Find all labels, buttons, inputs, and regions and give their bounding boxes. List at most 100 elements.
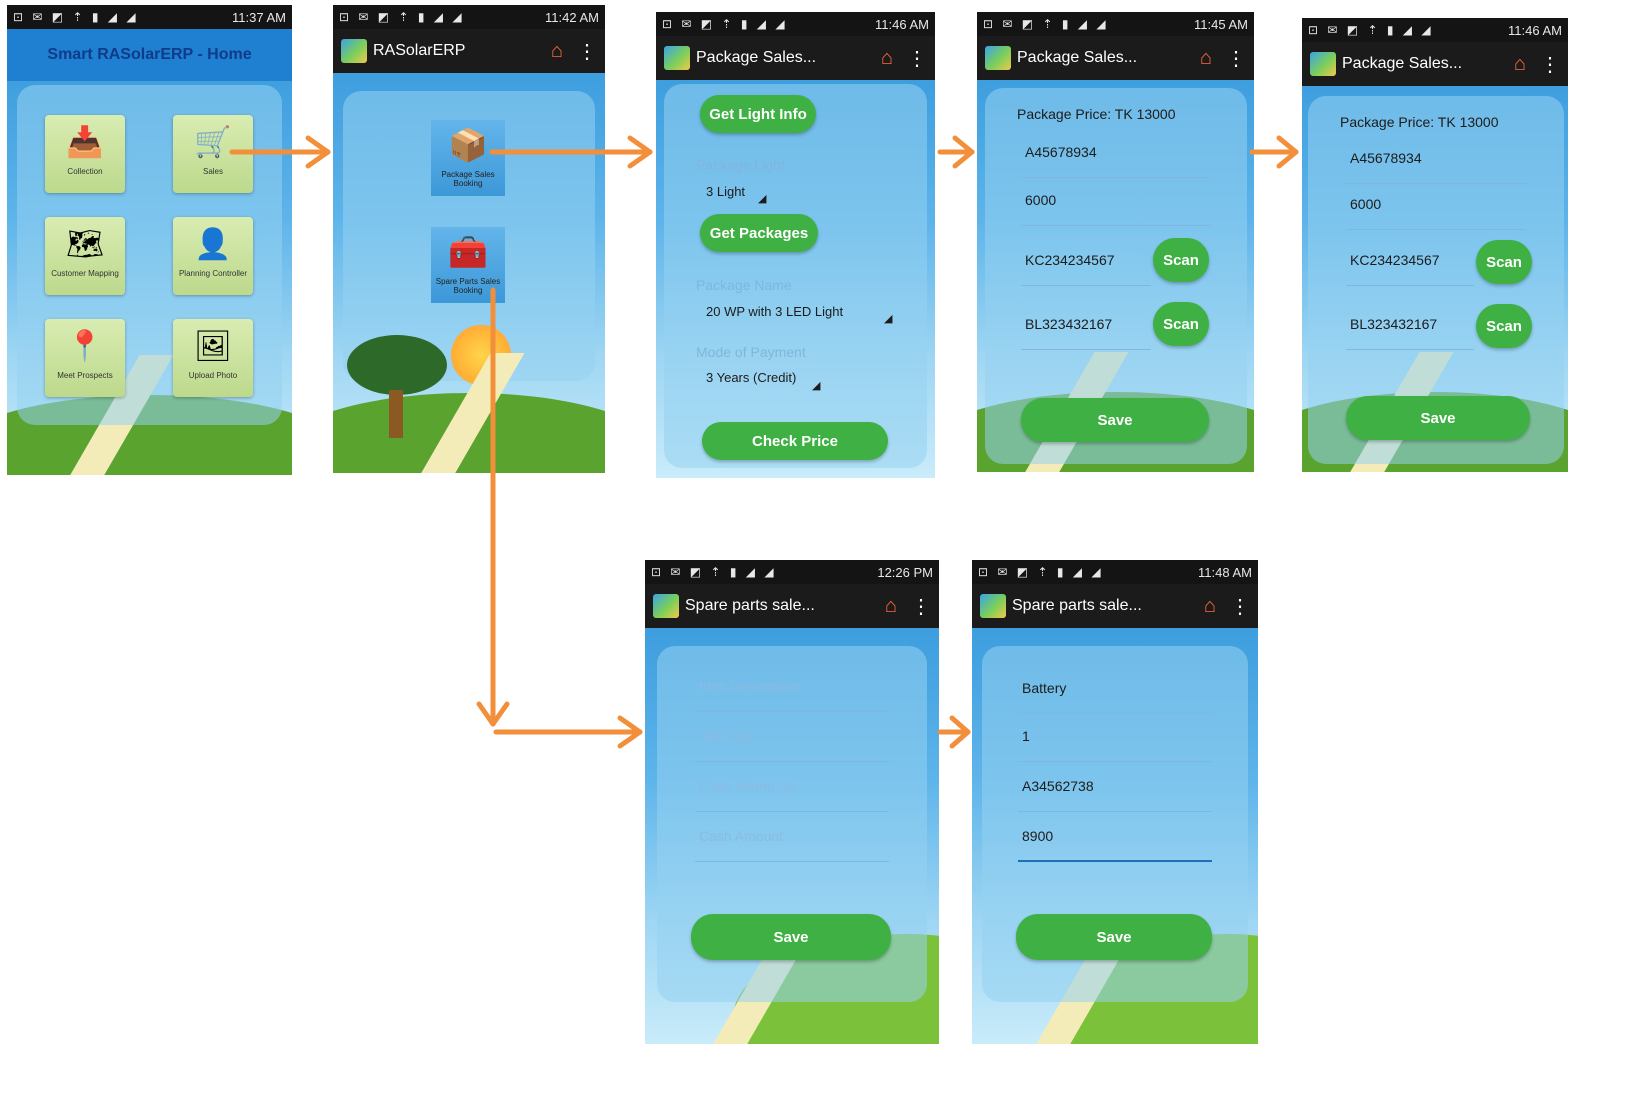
scan-button-2[interactable]: Scan: [1153, 302, 1209, 346]
battery-serial-field[interactable]: BL323432167: [1346, 304, 1474, 350]
home-icon[interactable]: ⌂: [1514, 53, 1526, 76]
more-options-icon[interactable]: ⋮: [907, 46, 927, 71]
home-icon[interactable]: ⌂: [1200, 47, 1212, 70]
spare-parts-filled-screen: ⊡ ✉ ◩ ⇡ ▮ ◢ ◢ 11:48 AM Spare parts sale..…: [972, 560, 1258, 1044]
arrow-price-to-save: [1249, 135, 1299, 169]
app-title: Package Sales...: [1017, 49, 1138, 66]
home-icon[interactable]: ⌂: [551, 40, 563, 63]
panel-serial-field[interactable]: KC234234567: [1346, 240, 1474, 286]
status-time: 11:45 AM: [1194, 16, 1248, 32]
status-bar: ⊡ ✉ ◩ ⇡ ▮ ◢ ◢ 12:26 PM: [645, 560, 939, 584]
item-qty-field[interactable]: 1: [1018, 716, 1212, 762]
home-icon[interactable]: ⌂: [885, 595, 897, 618]
package-price-screen-2: ⊡ ✉ ◩ ⇡ ▮ ◢ ◢ 11:46 AM Package Sales... ⌂ ⋮…: [1302, 18, 1568, 472]
item-qty-field[interactable]: Item Qty: [695, 716, 889, 762]
more-options-icon[interactable]: ⋮: [1540, 52, 1560, 77]
tree-trunk: [389, 390, 403, 438]
form-panel: [664, 84, 927, 468]
tree-graphic: [347, 335, 447, 395]
arrow-spare-to-filled: [937, 715, 971, 749]
package-name-label: Package Name: [696, 277, 792, 293]
status-bar: ⊡ ✉ ◩ ⇡ ▮ ◢ ◢ 11:45 AM: [977, 12, 1254, 36]
cash-memo-field[interactable]: A34562738: [1018, 766, 1212, 812]
more-options-icon[interactable]: ⋮: [1230, 594, 1250, 619]
customer-id-field[interactable]: A45678934: [1346, 138, 1526, 184]
down-payment-field[interactable]: 6000: [1346, 184, 1526, 230]
planning-icon: 👤: [194, 228, 232, 261]
package-name-select[interactable]: 20 WP with 3 LED Light: [706, 304, 843, 319]
sales-menu-screen: ⊡ ✉ ◩ ⇡ ▮ ◢ ◢ 11:42 AM RASolarERP ⌂ ⋮ 📦 Pack…: [333, 5, 605, 473]
cart-icon: 🛒: [194, 126, 232, 159]
app-bar: Package Sales... ⌂ ⋮: [1302, 42, 1568, 86]
app-bar: Package Sales... ⌂ ⋮: [656, 36, 935, 80]
mode-of-payment-label: Mode of Payment: [696, 344, 806, 360]
save-button[interactable]: Save: [1021, 398, 1209, 442]
save-button[interactable]: Save: [1016, 914, 1212, 960]
collection-icon: 📥: [66, 126, 104, 159]
battery-serial-field[interactable]: BL323432167: [1021, 304, 1151, 350]
scan-button-1[interactable]: Scan: [1476, 240, 1532, 284]
status-bar: ⊡ ✉ ◩ ⇡ ▮ ◢ ◢ 11:37 AM: [7, 5, 292, 29]
app-logo-icon: [985, 46, 1011, 70]
spare-parts-icon: 🧰: [448, 234, 488, 270]
app-title: Spare parts sale...: [1012, 597, 1142, 614]
app-logo-icon: [980, 594, 1006, 618]
app-bar: RASolarERP ⌂ ⋮: [333, 29, 605, 73]
package-light-select[interactable]: 3 Light: [706, 184, 745, 199]
more-options-icon[interactable]: ⋮: [1226, 46, 1246, 71]
home-icon[interactable]: ⌂: [881, 47, 893, 70]
scan-button-2[interactable]: Scan: [1476, 304, 1532, 348]
app-title: Spare parts sale...: [685, 597, 815, 614]
dropdown-arrow-icon[interactable]: ◢: [884, 312, 892, 325]
package-light-label: Package Light: [696, 157, 785, 173]
package-sales-form-screen: ⊡ ✉ ◩ ⇡ ▮ ◢ ◢ 11:46 AM Package Sales... ⌂ ⋮…: [656, 12, 935, 478]
photo-upload-icon: 🖼: [193, 330, 233, 363]
more-options-icon[interactable]: ⋮: [911, 594, 931, 619]
mode-of-payment-select[interactable]: 3 Years (Credit): [706, 370, 796, 385]
tile-spare-parts-sales[interactable]: 🧰 Spare Parts Sales Booking: [431, 227, 505, 303]
customer-id-field[interactable]: A45678934: [1021, 132, 1211, 178]
status-bar: ⊡ ✉ ◩ ⇡ ▮ ◢ ◢ 11:46 AM: [656, 12, 935, 36]
more-options-icon[interactable]: ⋮: [577, 39, 597, 64]
get-light-info-button[interactable]: Get Light Info: [700, 95, 816, 133]
tile-meet-prospects[interactable]: 📍 Meet Prospects: [45, 319, 125, 397]
app-logo-icon: [1310, 52, 1336, 76]
package-price-text: Package Price: TK 13000: [1017, 106, 1176, 122]
tile-sales[interactable]: 🛒 Sales: [173, 115, 253, 193]
cash-memo-field[interactable]: Cash Memo No: [695, 766, 889, 812]
package-price-screen-1: ⊡ ✉ ◩ ⇡ ▮ ◢ ◢ 11:45 AM Package Sales... ⌂ ⋮…: [977, 12, 1254, 472]
down-payment-field[interactable]: 6000: [1021, 180, 1211, 226]
package-price-text: Package Price: TK 13000: [1340, 114, 1499, 130]
scan-button-1[interactable]: Scan: [1153, 238, 1209, 282]
item-description-field[interactable]: Item Description: [695, 666, 889, 712]
cash-amount-field[interactable]: Cash Amount: [695, 816, 889, 862]
app-logo-icon: [341, 39, 367, 63]
home-icon[interactable]: ⌂: [1204, 595, 1216, 618]
dropdown-arrow-icon[interactable]: ◢: [812, 379, 820, 392]
tile-collection[interactable]: 📥 Collection: [45, 115, 125, 193]
cash-amount-field[interactable]: 8900: [1018, 816, 1212, 862]
page-title: Smart RASolarERP - Home: [7, 29, 292, 81]
tile-upload-photo[interactable]: 🖼 Upload Photo: [173, 319, 253, 397]
save-button[interactable]: Save: [691, 914, 891, 960]
panel-serial-field[interactable]: KC234234567: [1021, 240, 1151, 286]
app-logo-icon: [664, 46, 690, 70]
app-logo-icon: [653, 594, 679, 618]
tile-planning[interactable]: 👤 Planning Controller: [173, 217, 253, 295]
status-bar: ⊡ ✉ ◩ ⇡ ▮ ◢ ◢ 11:46 AM: [1302, 18, 1568, 42]
get-packages-button[interactable]: Get Packages: [700, 214, 818, 252]
home-screen: ⊡ ✉ ◩ ⇡ ▮ ◢ ◢ 11:37 AM Smart RASolarERP -…: [7, 5, 292, 475]
app-title: Package Sales...: [696, 49, 817, 66]
status-time: 11:46 AM: [1508, 22, 1562, 38]
save-button[interactable]: Save: [1346, 396, 1530, 440]
status-time: 11:37 AM: [232, 9, 286, 25]
check-price-button[interactable]: Check Price: [702, 422, 888, 460]
tile-customer-mapping[interactable]: 🗺 Customer Mapping: [45, 217, 125, 295]
dropdown-arrow-icon[interactable]: ◢: [758, 192, 766, 205]
app-bar: Package Sales... ⌂ ⋮: [977, 36, 1254, 80]
status-time: 11:46 AM: [875, 16, 929, 32]
tile-package-sales[interactable]: 📦 Package Sales Booking: [431, 120, 505, 196]
app-bar: Spare parts sale... ⌂ ⋮: [645, 584, 939, 628]
item-description-field[interactable]: Battery: [1018, 668, 1212, 714]
status-time: 11:48 AM: [1198, 564, 1252, 580]
